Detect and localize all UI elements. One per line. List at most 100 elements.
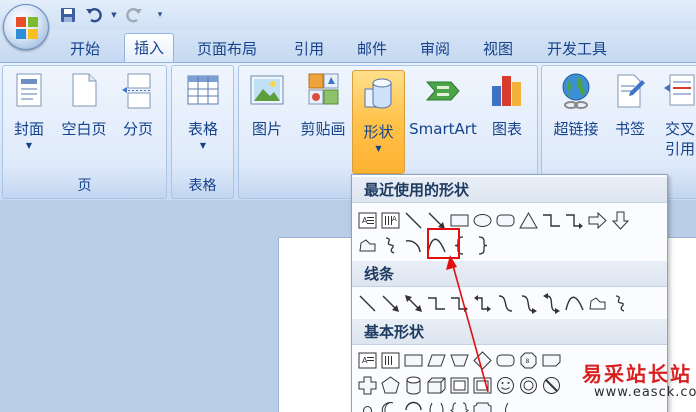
watermark: 易采站长站 www.easck.com xyxy=(570,355,696,412)
bracket-pair-icon[interactable] xyxy=(425,398,448,412)
bookmark-button[interactable]: 书签 xyxy=(608,72,652,139)
freeform-shape-icon[interactable] xyxy=(356,233,379,257)
chart-icon xyxy=(492,76,521,106)
customize-arrow-icon[interactable]: ▾ xyxy=(150,5,170,25)
diamond-icon[interactable] xyxy=(471,348,494,372)
rounded-rectangle-icon[interactable] xyxy=(494,348,517,372)
clipart-button[interactable]: 剪贴画 xyxy=(295,72,351,139)
elbow-connector-icon[interactable] xyxy=(425,291,448,315)
freeform-shape-icon[interactable] xyxy=(586,291,609,315)
recent-shapes-row-2 xyxy=(356,233,494,257)
pentagon-icon[interactable] xyxy=(379,373,402,397)
undo-dropdown-icon[interactable]: ▼ xyxy=(110,5,118,25)
elbow-connector-icon[interactable] xyxy=(540,208,563,232)
bookmark-icon xyxy=(617,74,645,108)
line-icon[interactable] xyxy=(402,208,425,232)
elbow-arrow-connector-icon[interactable] xyxy=(448,291,471,315)
curved-arrow-connector-icon[interactable] xyxy=(517,291,540,315)
shapes-button[interactable]: 形状 ▼ xyxy=(352,70,405,174)
blank-page-icon xyxy=(72,73,97,107)
rounded-rectangle-icon[interactable] xyxy=(494,208,517,232)
down-arrow-icon[interactable] xyxy=(609,208,632,232)
moon-icon[interactable] xyxy=(379,398,402,412)
sun-icon[interactable] xyxy=(356,398,379,412)
redo-icon[interactable] xyxy=(124,5,144,25)
smiley-face-icon[interactable] xyxy=(494,373,517,397)
hyperlink-button[interactable]: 超链接 xyxy=(546,72,606,139)
bookmark-label: 书签 xyxy=(614,120,645,138)
tab-review[interactable]: 审阅 xyxy=(420,38,450,60)
clipart-icon xyxy=(308,73,339,105)
no-symbol-icon[interactable] xyxy=(540,373,563,397)
double-arrow-line-icon[interactable] xyxy=(402,291,425,315)
cover-page-button[interactable]: 封面 ▼ xyxy=(7,72,51,153)
tab-mailings[interactable]: 邮件 xyxy=(357,38,387,60)
watermark-url: www.easck.com xyxy=(594,385,696,400)
left-bracket-icon[interactable] xyxy=(494,398,517,412)
picture-icon xyxy=(250,75,284,105)
blank-page-button[interactable]: 空白页 xyxy=(57,72,111,139)
text-box-icon[interactable]: A xyxy=(356,348,379,372)
office-logo-icon xyxy=(16,17,38,39)
tab-page-layout[interactable]: 页面布局 xyxy=(197,38,257,60)
curved-double-arrow-connector-icon[interactable] xyxy=(540,291,563,315)
ribbon-tab-bar: 开始 插入 页面布局 引用 邮件 审阅 视图 开发工具 xyxy=(0,30,696,63)
line-icon[interactable] xyxy=(356,291,379,315)
tab-view[interactable]: 视图 xyxy=(483,38,513,60)
chart-button[interactable]: 图表 xyxy=(485,72,529,139)
arc-icon[interactable] xyxy=(402,233,425,257)
right-arrow-icon[interactable] xyxy=(586,208,609,232)
right-brace-icon[interactable] xyxy=(471,233,494,257)
tab-developer[interactable]: 开发工具 xyxy=(547,38,607,60)
smartart-button[interactable]: SmartArt xyxy=(407,72,479,139)
scribble-icon[interactable] xyxy=(609,291,632,315)
curved-connector-icon[interactable] xyxy=(494,291,517,315)
office-button[interactable] xyxy=(3,4,49,50)
trapezoid-icon[interactable] xyxy=(448,348,471,372)
page-break-button[interactable]: 分页 xyxy=(116,72,160,139)
elbow-arrow-connector-icon[interactable] xyxy=(563,208,586,232)
scribble-icon[interactable] xyxy=(379,233,402,257)
arc-shape-icon[interactable] xyxy=(402,398,425,412)
table-icon xyxy=(187,75,219,105)
curve-icon[interactable] xyxy=(563,291,586,315)
donut-icon[interactable] xyxy=(517,373,540,397)
picture-button[interactable]: 图片 xyxy=(245,72,289,139)
cross-reference-button[interactable]: 交叉 引用 xyxy=(658,72,696,159)
elbow-double-arrow-connector-icon[interactable] xyxy=(471,291,494,315)
tab-home[interactable]: 开始 xyxy=(70,38,100,60)
cube-icon[interactable] xyxy=(425,373,448,397)
chevron-down-icon: ▼ xyxy=(25,141,33,150)
tables-group-label: 表格 xyxy=(188,178,217,194)
chart-label: 图表 xyxy=(491,120,522,138)
octagon-icon[interactable]: 8 xyxy=(517,348,540,372)
brace-pair-icon[interactable] xyxy=(448,398,471,412)
tab-references[interactable]: 引用 xyxy=(294,38,324,60)
basic-shapes-header: 基本形状 xyxy=(352,319,667,345)
vertical-text-box-icon[interactable] xyxy=(379,348,402,372)
can-icon[interactable] xyxy=(402,373,425,397)
plus-icon[interactable] xyxy=(356,373,379,397)
bevel-icon[interactable] xyxy=(448,373,471,397)
arrow-line-icon[interactable] xyxy=(379,291,402,315)
table-button[interactable]: 表格 ▼ xyxy=(180,72,226,153)
lines-header: 线条 xyxy=(352,261,667,287)
undo-icon[interactable] xyxy=(84,5,104,25)
rectangle-icon[interactable] xyxy=(402,348,425,372)
plaque-icon[interactable] xyxy=(471,398,494,412)
parallelogram-icon[interactable] xyxy=(425,348,448,372)
picture-label: 图片 xyxy=(251,120,282,138)
triangle-icon[interactable] xyxy=(517,208,540,232)
tab-insert[interactable]: 插入 xyxy=(124,33,175,63)
text-box-icon[interactable]: A xyxy=(356,208,379,232)
watermark-title: 易采站长站 xyxy=(582,362,692,386)
folded-corner-icon[interactable] xyxy=(540,348,563,372)
save-icon[interactable] xyxy=(58,5,78,25)
svg-text:8: 8 xyxy=(526,358,530,365)
recent-shapes-row-1: A A xyxy=(356,208,632,232)
smartart-label: SmartArt xyxy=(409,120,477,138)
shapes-label: 形状 xyxy=(363,123,394,141)
oval-icon[interactable] xyxy=(471,208,494,232)
frame-icon[interactable] xyxy=(471,373,494,397)
vertical-text-box-icon[interactable]: A xyxy=(379,208,402,232)
